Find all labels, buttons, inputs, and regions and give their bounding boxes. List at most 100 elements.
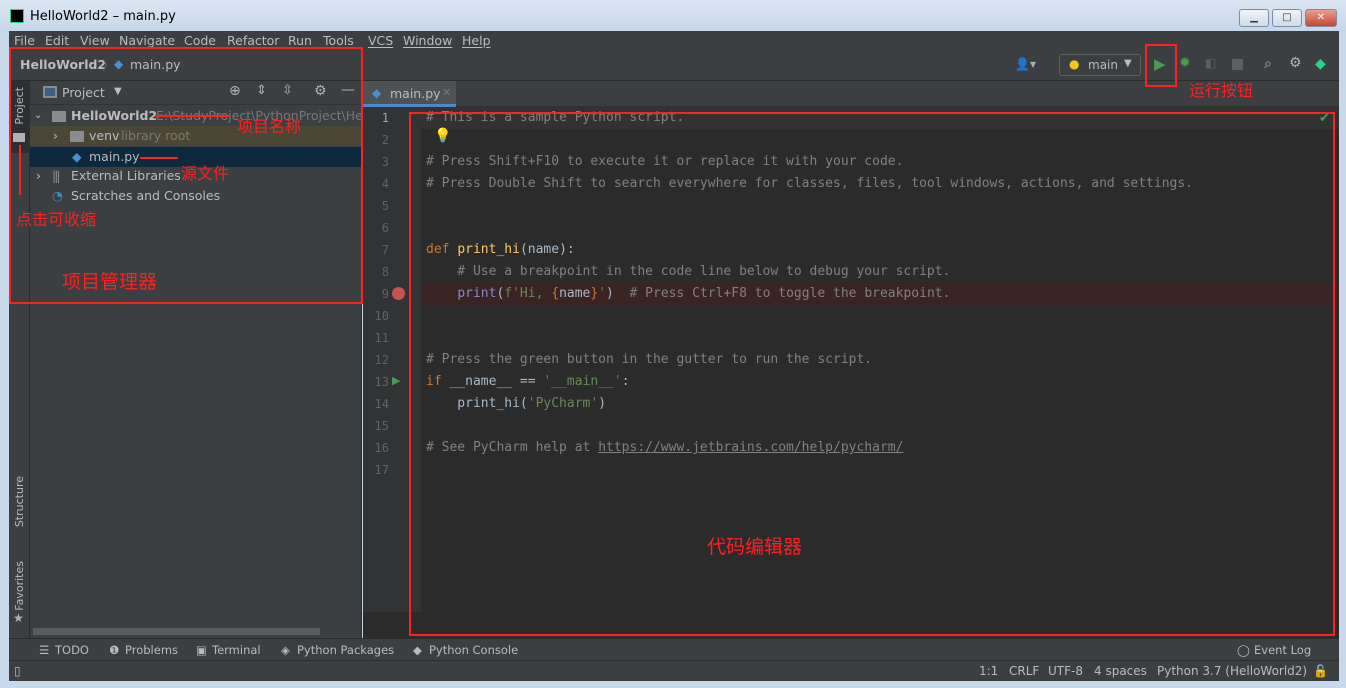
code-area[interactable]: 1 # This is a sample Python script. 2 3 # Pr… — [363, 107, 1339, 612]
code-token: f'Hi, — [504, 286, 552, 301]
folder-icon — [52, 111, 66, 122]
tree-item-label: main.py — [89, 149, 140, 164]
chevron-right-icon[interactable]: › — [53, 126, 58, 146]
code-line[interactable]: def print_hi(name): — [426, 239, 575, 261]
python-file-icon: ◆ — [372, 86, 382, 100]
search-icon[interactable]: ⌕ — [1264, 56, 1272, 72]
gear-icon[interactable]: ⚙ — [1289, 55, 1302, 71]
code-line[interactable]: # Use a breakpoint in the code line belo… — [426, 261, 950, 283]
debug-bug-icon[interactable]: ✹ — [1179, 55, 1191, 71]
indent-setting[interactable]: 4 spaces — [1094, 664, 1147, 678]
favorites-tool-tab[interactable]: Favorites — [13, 561, 26, 611]
chevron-right-icon[interactable]: › — [36, 166, 41, 186]
menu-tools[interactable]: Tools — [323, 33, 354, 48]
close-tab-icon[interactable]: ✕ — [442, 86, 451, 99]
todo-tab[interactable]: TODO — [55, 643, 89, 657]
menu-code[interactable]: Code — [184, 33, 216, 48]
code-token: # Use a breakpoint in the code line belo… — [426, 264, 951, 279]
chevron-down-icon[interactable]: ⌄ — [34, 106, 42, 126]
menu-navigate[interactable]: Navigate — [119, 33, 175, 48]
lightbulb-icon[interactable]: 💡 — [434, 128, 451, 144]
tree-item-venv[interactable]: › venv library root — [30, 126, 362, 146]
chevron-down-icon[interactable]: ▼ — [114, 86, 122, 97]
line-number: 10 — [374, 309, 389, 323]
structure-tool-tab[interactable]: Structure — [13, 476, 26, 527]
code-line[interactable]: # Press Double Shift to search everywher… — [426, 173, 1193, 195]
breadcrumb-project[interactable]: HelloWorld2 — [20, 57, 106, 72]
line-number: 7 — [381, 243, 389, 257]
code-token: ' — [598, 286, 607, 301]
inspection-ok-icon[interactable]: ✔ — [1319, 111, 1330, 126]
code-token: # Press Double Shift to search everywher… — [426, 176, 1194, 191]
python-interpreter[interactable]: Python 3.7 (HelloWorld2) — [1157, 664, 1307, 678]
tool-window-bar: ☰ TODO ❶ Problems ▣ Terminal ◈ Python Pa… — [9, 638, 1339, 660]
line-separator[interactable]: CRLF — [1009, 664, 1039, 678]
breakpoint-icon[interactable] — [392, 287, 405, 300]
project-view-icon — [43, 86, 57, 98]
terminal-icon: ▣ — [196, 643, 207, 657]
event-log-tab[interactable]: Event Log — [1254, 643, 1311, 657]
code-line[interactable]: # Press Shift+F10 to execute it or repla… — [426, 151, 903, 173]
gear-icon[interactable]: ⚙ — [314, 83, 327, 99]
menu-window[interactable]: Window — [403, 33, 452, 48]
menu-file[interactable]: File — [14, 33, 35, 48]
menu-help[interactable]: Help — [462, 33, 491, 48]
gutter-run-icon[interactable]: ▶ — [392, 374, 400, 387]
maximize-button[interactable]: □ — [1272, 9, 1302, 27]
code-line[interactable]: # Press the green button in the gutter t… — [426, 349, 872, 371]
run-config-dropdown[interactable]: ● main ▼ — [1059, 54, 1141, 76]
toggle-tool-windows-icon[interactable]: ▯ — [14, 664, 21, 678]
breadcrumb-file[interactable]: main.py — [130, 57, 181, 72]
project-tool-tab[interactable]: Project — [9, 81, 30, 153]
problems-tab[interactable]: Problems — [125, 643, 178, 657]
horizontal-scrollbar[interactable] — [33, 628, 320, 635]
line-number: 13 — [374, 375, 389, 389]
run-button[interactable]: ▶ — [1154, 55, 1166, 73]
code-token: { — [551, 286, 560, 301]
code-editor[interactable]: ◆ main.py ✕ 1 # This is a sample Python s… — [363, 81, 1339, 638]
coverage-icon[interactable]: ◧ — [1205, 56, 1216, 70]
file-encoding[interactable]: UTF-8 — [1048, 664, 1083, 678]
collapse-all-icon[interactable]: ⇳ — [282, 83, 293, 98]
close-button[interactable]: ✕ — [1305, 9, 1337, 27]
code-token: : — [621, 374, 630, 389]
code-line[interactable]: print(f'Hi, {name}') # Press Ctrl+F8 to … — [426, 283, 950, 305]
hide-panel-icon[interactable]: — — [341, 82, 355, 98]
code-token: ) — [598, 396, 607, 411]
expand-all-icon[interactable]: ⇕ — [256, 83, 267, 98]
jetbrains-toolbox-icon[interactable]: ◆ — [1315, 56, 1326, 72]
menu-refactor[interactable]: Refactor — [227, 33, 279, 48]
python-file-icon: ◆ — [72, 149, 82, 164]
menu-edit[interactable]: Edit — [45, 33, 69, 48]
folder-icon — [13, 133, 25, 142]
tree-item-hint: library root — [121, 128, 191, 143]
title-bar: HelloWorld2 – main.py ▁ □ ✕ — [0, 0, 1346, 31]
minimize-button[interactable]: ▁ — [1239, 9, 1269, 27]
code-line[interactable]: # See PyCharm help at https://www.jetbra… — [426, 437, 903, 459]
lock-icon[interactable]: 🔓 — [1313, 664, 1328, 678]
menu-run[interactable]: Run — [288, 33, 312, 48]
line-number: 2 — [381, 133, 389, 147]
locate-file-icon[interactable]: ⊕ — [229, 83, 241, 99]
python-packages-tab[interactable]: Python Packages — [297, 643, 394, 657]
line-number: 4 — [381, 177, 389, 191]
project-view-dropdown[interactable]: Project — [62, 85, 105, 100]
code-line[interactable]: # This is a sample Python script. — [426, 107, 684, 129]
code-line[interactable]: if __name__ == '__main__': — [426, 371, 630, 393]
tab-main-py[interactable]: ◆ main.py ✕ — [363, 81, 456, 107]
tree-item-scratches[interactable]: ◔ Scratches and Consoles — [30, 186, 362, 206]
caret-position[interactable]: 1:1 — [979, 664, 998, 678]
code-line[interactable]: print_hi('PyCharm') — [426, 393, 606, 415]
python-console-tab[interactable]: Python Console — [429, 643, 518, 657]
user-account-icon[interactable]: 👤▾ — [1015, 57, 1036, 71]
packages-icon: ◈ — [281, 643, 290, 657]
stop-icon[interactable] — [1232, 59, 1243, 70]
menu-vcs[interactable]: VCS — [368, 33, 393, 48]
line-number: 14 — [374, 397, 389, 411]
tree-item-label: Scratches and Consoles — [71, 188, 221, 203]
menu-view[interactable]: View — [80, 33, 110, 48]
code-link[interactable]: https://www.jetbrains.com/help/pycharm/ — [598, 440, 903, 455]
python-file-icon: ◆ — [114, 57, 124, 71]
editor-bottom — [363, 612, 1339, 638]
terminal-tab[interactable]: Terminal — [212, 643, 261, 657]
